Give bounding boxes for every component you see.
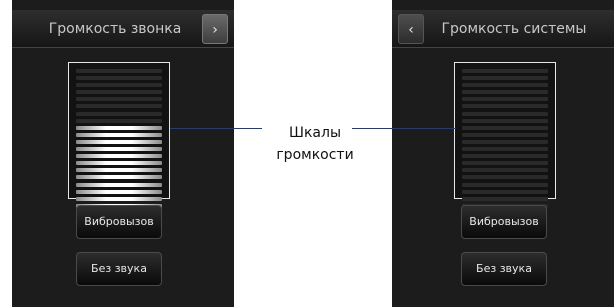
panel-title: Громкость звонка	[48, 21, 182, 37]
volume-level-bar	[462, 83, 548, 88]
silent-button[interactable]: Без звука	[461, 252, 547, 286]
volume-level-bar	[462, 175, 548, 180]
volume-level-bar	[76, 97, 162, 102]
volume-level-bar	[462, 168, 548, 173]
volume-level-bar	[76, 90, 162, 95]
volume-level-bar	[76, 76, 162, 81]
callout-line-right	[352, 128, 456, 129]
callout-line-left	[170, 128, 262, 129]
panel-header: Громкость звонка ›	[12, 10, 234, 48]
volume-level-bar	[76, 189, 162, 194]
silent-button[interactable]: Без звука	[76, 252, 162, 286]
volume-level-bar	[462, 69, 548, 73]
vibrate-button[interactable]: Вибровызов	[461, 205, 547, 239]
volume-level-bar	[462, 189, 548, 194]
volume-level-bar	[462, 90, 548, 95]
volume-level-bar	[462, 147, 548, 152]
volume-level-bar	[76, 69, 162, 73]
volume-level-bar	[462, 182, 548, 187]
panel-header: ‹ Громкость системы	[392, 10, 614, 48]
volume-level-bar	[76, 182, 162, 187]
callout-label: Шкалы громкости	[272, 122, 358, 166]
volume-level-bar	[76, 132, 162, 137]
vibrate-button[interactable]: Вибровызов	[76, 205, 162, 239]
volume-level-bar	[462, 196, 548, 201]
chevron-left-icon[interactable]: ‹	[398, 14, 424, 44]
volume-level-bar	[76, 168, 162, 173]
volume-level-bar	[76, 175, 162, 180]
callout-line1: Шкалы	[288, 125, 341, 141]
volume-level-bar	[462, 104, 548, 109]
volume-level-bar	[462, 111, 548, 116]
volume-level-bar	[76, 125, 162, 130]
chevron-right-icon[interactable]: ›	[202, 14, 228, 44]
volume-level-bar	[462, 97, 548, 102]
volume-level-bar	[76, 161, 162, 166]
volume-level-bar	[462, 154, 548, 159]
volume-level-bar	[462, 132, 548, 137]
ringer-volume-panel: Громкость звонка › Вибровызов Без звука	[12, 0, 234, 307]
volume-level-bar	[76, 83, 162, 88]
volume-level-bar	[76, 104, 162, 109]
volume-level-bar	[76, 154, 162, 159]
volume-level-bar	[76, 196, 162, 201]
volume-level-bar	[462, 118, 548, 123]
callout-line2: громкости	[276, 147, 354, 163]
volume-level-bar	[76, 147, 162, 152]
volume-level-bar	[76, 139, 162, 144]
volume-meter[interactable]	[68, 62, 170, 208]
system-volume-panel: ‹ Громкость системы Вибровызов Без звука	[392, 0, 614, 307]
volume-level-bar	[76, 118, 162, 123]
volume-level-bar	[462, 139, 548, 144]
volume-level-bar	[462, 76, 548, 81]
volume-meter[interactable]	[454, 62, 556, 208]
volume-level-bar	[462, 161, 548, 166]
volume-level-bar	[462, 125, 548, 130]
panel-title: Громкость системы	[441, 21, 587, 37]
volume-level-bar	[76, 111, 162, 116]
